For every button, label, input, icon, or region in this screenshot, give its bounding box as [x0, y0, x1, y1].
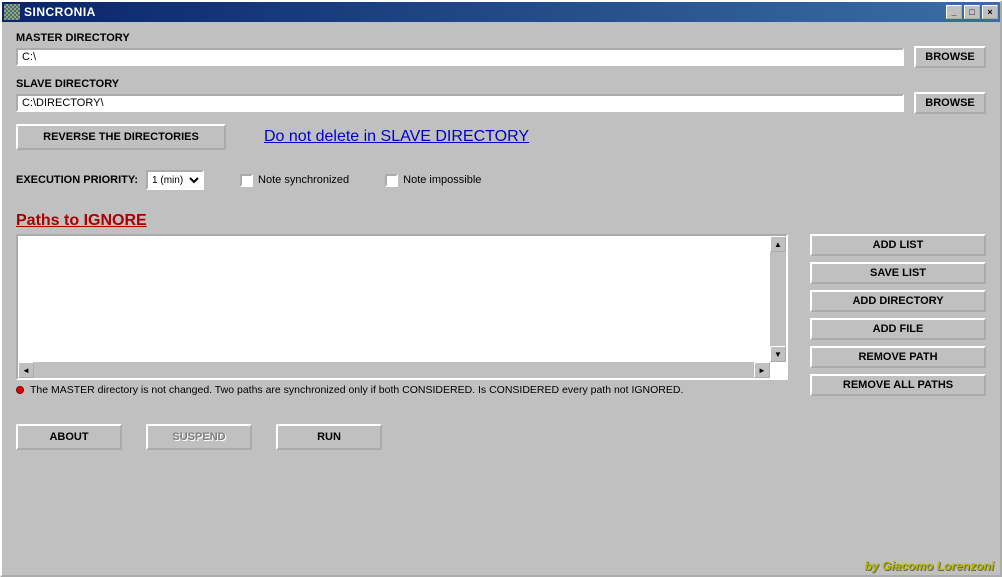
note-synchronized-wrap: Note synchronized	[240, 174, 349, 187]
execution-priority-label: EXECUTION PRIORITY:	[16, 174, 138, 186]
horizontal-scrollbar[interactable]: ◄ ►	[18, 362, 770, 378]
remove-all-paths-button[interactable]: REMOVE ALL PATHS	[810, 374, 986, 396]
note-synchronized-checkbox[interactable]	[240, 174, 253, 187]
scroll-right-icon[interactable]: ►	[754, 362, 770, 378]
ignore-textarea-shell: ▲ ▼ ◄ ►	[16, 234, 788, 380]
save-list-button[interactable]: SAVE LIST	[810, 262, 986, 284]
execution-priority-select[interactable]: 1 (min)	[146, 170, 204, 190]
add-directory-button[interactable]: ADD DIRECTORY	[810, 290, 986, 312]
master-dir-input[interactable]	[16, 48, 904, 66]
about-button[interactable]: ABOUT	[16, 424, 122, 450]
scroll-down-icon[interactable]: ▼	[770, 346, 786, 362]
do-not-delete-link[interactable]: Do not delete in SLAVE DIRECTORY	[264, 128, 529, 146]
ignore-box-wrap: ▲ ▼ ◄ ► The MASTER directory is not chan…	[16, 234, 788, 396]
status-text: The MASTER directory is not changed. Two…	[30, 384, 683, 396]
content-area: MASTER DIRECTORY BROWSE SLAVE DIRECTORY …	[2, 22, 1000, 575]
note-impossible-label: Note impossible	[403, 174, 481, 186]
status-dot-icon	[16, 386, 24, 394]
note-impossible-wrap: Note impossible	[385, 174, 481, 187]
add-file-button[interactable]: ADD FILE	[810, 318, 986, 340]
window-title: SINCRONIA	[24, 5, 946, 19]
browse-slave-button[interactable]: BROWSE	[914, 92, 986, 114]
scroll-left-icon[interactable]: ◄	[18, 362, 34, 378]
note-synchronized-label: Note synchronized	[258, 174, 349, 186]
vertical-scrollbar[interactable]: ▲ ▼	[770, 236, 786, 362]
ignore-section: ▲ ▼ ◄ ► The MASTER directory is not chan…	[16, 234, 986, 396]
slave-row: BROWSE	[16, 92, 986, 114]
paths-ignore-header[interactable]: Paths to IGNORE	[16, 212, 986, 230]
titlebar[interactable]: SINCRONIA _ □ ×	[2, 2, 1000, 22]
bottom-buttons: ABOUT SUSPEND RUN	[16, 424, 986, 450]
reverse-row: REVERSE THE DIRECTORIES Do not delete in…	[16, 124, 986, 150]
master-dir-label: MASTER DIRECTORY	[16, 32, 986, 44]
close-button[interactable]: ×	[982, 5, 998, 19]
maximize-button[interactable]: □	[964, 5, 980, 19]
browse-master-button[interactable]: BROWSE	[914, 46, 986, 68]
slave-dir-label: SLAVE DIRECTORY	[16, 78, 986, 90]
minimize-button[interactable]: _	[946, 5, 962, 19]
remove-path-button[interactable]: REMOVE PATH	[810, 346, 986, 368]
scroll-up-icon[interactable]: ▲	[770, 236, 786, 252]
master-row: BROWSE	[16, 46, 986, 68]
run-button[interactable]: RUN	[276, 424, 382, 450]
ignore-paths-textarea[interactable]	[18, 236, 770, 362]
slave-dir-input[interactable]	[16, 94, 904, 112]
reverse-directories-button[interactable]: REVERSE THE DIRECTORIES	[16, 124, 226, 150]
note-impossible-checkbox[interactable]	[385, 174, 398, 187]
add-list-button[interactable]: ADD LIST	[810, 234, 986, 256]
status-row: The MASTER directory is not changed. Two…	[16, 384, 788, 396]
app-icon	[4, 4, 20, 20]
credit-text: by Giacomo Lorenzoni	[865, 559, 994, 573]
execution-row: EXECUTION PRIORITY: 1 (min) Note synchro…	[16, 170, 986, 190]
app-window: SINCRONIA _ □ × MASTER DIRECTORY BROWSE …	[0, 0, 1002, 577]
window-controls: _ □ ×	[946, 5, 998, 19]
ignore-side-buttons: ADD LIST SAVE LIST ADD DIRECTORY ADD FIL…	[810, 234, 986, 396]
suspend-button[interactable]: SUSPEND	[146, 424, 252, 450]
